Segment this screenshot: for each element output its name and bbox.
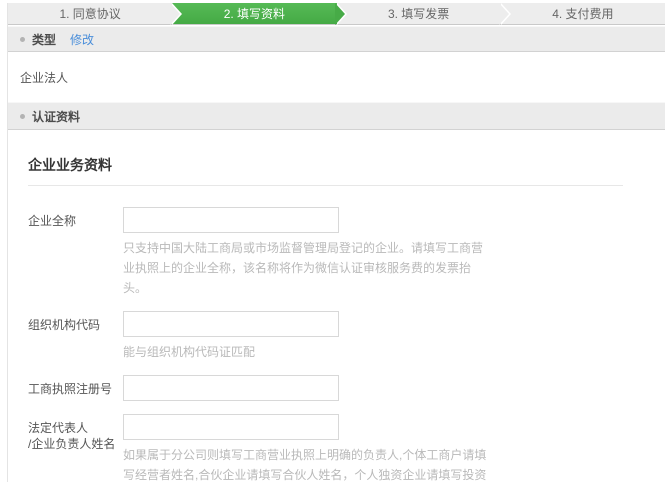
step-2-fill-info: 2. 填写资料 [172,3,336,24]
field-label: 法定代表人 /企业负责人姓名 [28,414,123,482]
form-row-company-name: 企业全称 只支持中国大陆工商局或市场监督管理局登记的企业。请填写工商营业执照上的… [28,207,653,298]
section-title: 企业业务资料 [20,155,653,175]
field-label: 企业全称 [28,207,123,298]
step-label: 4. 支付费用 [552,5,613,22]
business-info-form: 企业全称 只支持中国大陆工商局或市场监督管理局登记的企业。请填写工商营业执照上的… [20,186,653,482]
form-row-license-number: 工商执照注册号 [28,375,653,401]
step-label: 3. 填写发票 [388,5,449,22]
field-label: 组织机构代码 [28,311,123,362]
type-value: 企业法人 [8,52,665,102]
legal-representative-name-input[interactable] [123,414,339,440]
step-3-fill-invoice: 3. 填写发票 [337,3,501,24]
field-help-text: 能与组织机构代码证匹配 [123,342,487,362]
bullet-dot-icon [20,37,25,42]
form-row-legal-representative: 法定代表人 /企业负责人姓名 如果属于分公司则填写工商营业执照上明确的负责人,个… [28,414,653,482]
step-4-pay-fee: 4. 支付费用 [501,3,665,24]
cert-header-bar: 认证资料 [8,102,665,130]
org-code-input[interactable] [123,311,339,337]
company-full-name-input[interactable] [123,207,339,233]
modify-link[interactable]: 修改 [70,31,94,48]
cert-label: 认证资料 [32,108,80,125]
type-header-bar: 类型 修改 [8,26,665,52]
step-label: 1. 同意协议 [59,5,120,22]
field-help-text: 如果属于分公司则填写工商营业执照上明确的负责人,个体工商户请填写经营者姓名,合伙… [123,445,487,482]
type-label: 类型 [32,31,56,48]
field-help-text: 只支持中国大陆工商局或市场监督管理局登记的企业。请填写工商营业执照上的企业全称，… [123,238,487,298]
step-label: 2. 填写资料 [224,5,285,22]
bullet-dot-icon [20,114,25,119]
business-info-section: 企业业务资料 企业全称 只支持中国大陆工商局或市场监督管理局登记的企业。请填写工… [8,155,665,482]
step-progress-bar: 1. 同意协议 2. 填写资料 3. 填写发票 4. 支付费用 [8,3,665,25]
field-label: 工商执照注册号 [28,375,123,401]
step-1-agree-protocol: 1. 同意协议 [8,3,172,24]
form-row-org-code: 组织机构代码 能与组织机构代码证匹配 [28,311,653,362]
page-container: 1. 同意协议 2. 填写资料 3. 填写发票 4. 支付费用 类型 修改 企业… [7,3,665,482]
business-license-number-input[interactable] [123,375,339,401]
